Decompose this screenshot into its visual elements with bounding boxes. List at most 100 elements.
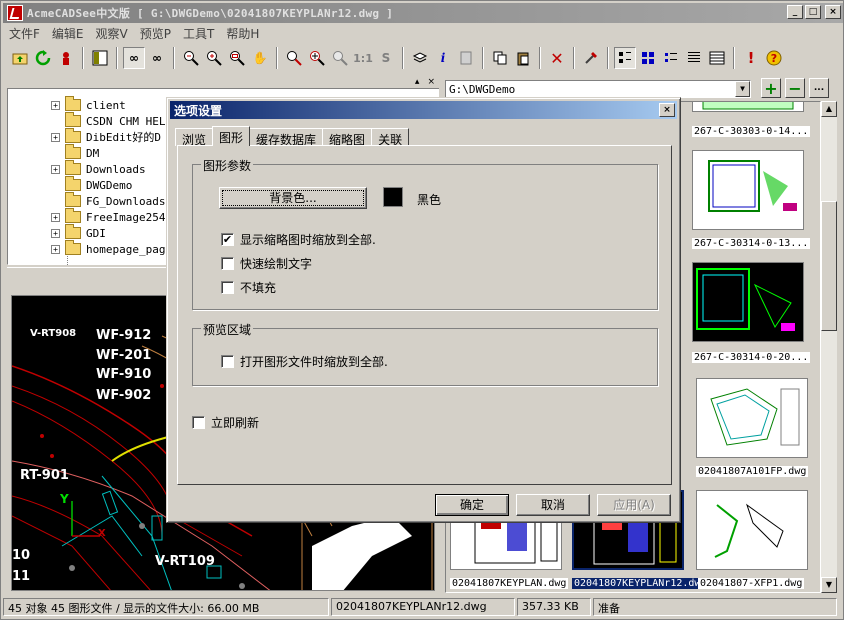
refresh-now-option[interactable]: 立即刷新 (192, 414, 259, 431)
fast-text-checkbox[interactable] (221, 257, 234, 270)
thumbnail-label-selected[interactable]: 02041807KEYPLANr12.dwg (572, 578, 709, 589)
delete-icon[interactable]: ✕ (546, 47, 568, 69)
layers-icon[interactable] (409, 47, 431, 69)
open-zoom-all-checkbox[interactable] (221, 355, 234, 368)
fast-text-option[interactable]: 快速绘制文字 (221, 255, 312, 272)
s-button[interactable]: S (375, 47, 397, 69)
toolbar-separator (402, 47, 404, 69)
thumbnail-image[interactable] (692, 102, 804, 112)
small-icons-view-icon[interactable] (660, 47, 682, 69)
expand-icon[interactable]: + (51, 228, 60, 238)
info-icon[interactable]: i (432, 47, 454, 69)
add-button[interactable]: + (761, 78, 781, 98)
thumbnail-label[interactable]: 267-C-30314-0-13... (692, 238, 811, 249)
zoom-extents-icon[interactable] (283, 47, 305, 69)
zoom-realtime-icon[interactable] (306, 47, 328, 69)
apply-button[interactable]: 应用(A) (597, 494, 671, 516)
paste-icon[interactable] (512, 47, 534, 69)
stop-icon[interactable] (55, 47, 77, 69)
tab-browse[interactable]: 浏览 (175, 128, 214, 147)
menu-edit[interactable]: 编辑E (46, 25, 90, 42)
expand-icon[interactable]: + (51, 132, 60, 142)
tab-graphics[interactable]: 图形 (212, 126, 251, 146)
large-icons-view-icon[interactable] (637, 47, 659, 69)
thumbnail-image[interactable] (696, 490, 808, 570)
tree-item[interactable]: CSDN CHM HEL (51, 112, 165, 129)
tree-item[interactable]: + FreeImage254 (51, 208, 165, 225)
thumbnail-image[interactable] (692, 150, 804, 230)
maximize-button[interactable]: □ (805, 5, 821, 19)
zoom-thumb-all-option[interactable]: ✔ 显示缩略图时缩放到全部. (221, 231, 376, 248)
binoculars-alt-icon[interactable]: ∞ (146, 47, 168, 69)
tree-item[interactable]: + DibEdit好的D (51, 128, 165, 145)
menu-help[interactable]: 帮助H (220, 25, 265, 42)
tree-item[interactable]: + homepage_pag (51, 240, 165, 257)
refresh-icon[interactable] (32, 47, 54, 69)
copy-icon[interactable] (489, 47, 511, 69)
pan-icon[interactable]: ✋ (249, 47, 271, 69)
list-view-icon[interactable] (683, 47, 705, 69)
help-icon[interactable]: ? (763, 47, 785, 69)
scroll-up-icon[interactable]: ▲ (821, 101, 837, 117)
tab-thumbnail[interactable]: 缩略图 (322, 128, 373, 147)
tree-item[interactable]: + client (51, 96, 165, 113)
expand-icon[interactable]: + (51, 164, 60, 174)
expand-icon[interactable]: + (51, 100, 60, 110)
remove-button[interactable]: − (785, 78, 805, 98)
scroll-down-icon[interactable]: ▼ (821, 577, 837, 593)
menu-preview[interactable]: 预览P (134, 25, 177, 42)
tree-item[interactable]: + GDI (51, 224, 165, 241)
app-logo-icon (7, 5, 23, 21)
thumbnail-label[interactable]: 267-C-30303-0-14... (692, 126, 811, 137)
thumbnail-label[interactable]: 02041807KEYPLAN.dwg (450, 578, 569, 589)
exclamation-icon[interactable]: ! (740, 47, 762, 69)
pin-icon[interactable]: ▴ (415, 77, 420, 87)
menu-file[interactable]: 文件F (3, 25, 46, 42)
path-combobox[interactable]: G:\DWGDemo ▼ (445, 80, 751, 98)
close-button[interactable]: × (825, 5, 841, 19)
tab-association[interactable]: 关联 (371, 128, 410, 147)
background-color-button[interactable]: 背景色... (219, 187, 367, 209)
expand-icon[interactable]: + (51, 244, 60, 254)
tools-icon[interactable] (580, 47, 602, 69)
thumbnail-label[interactable]: 02041807-XFP1.dwg (698, 578, 805, 589)
scroll-thumb[interactable] (821, 201, 837, 331)
binoculars-icon[interactable]: ∞ (123, 47, 145, 69)
menu-view[interactable]: 观察V (90, 25, 134, 42)
thumbnail-image[interactable] (692, 262, 804, 342)
zoom-out-icon[interactable] (180, 47, 202, 69)
thumbnails-view-icon[interactable] (614, 47, 636, 69)
details-view-icon[interactable] (706, 47, 728, 69)
thumbnail-scrollbar[interactable]: ▲ ▼ (821, 101, 837, 593)
panel-close-icon[interactable]: × (427, 77, 435, 87)
zoom-1-1-button[interactable]: 1:1 (352, 47, 374, 69)
no-fill-checkbox[interactable] (221, 281, 234, 294)
folder-up-icon[interactable] (9, 47, 31, 69)
no-fill-option[interactable]: 不填充 (221, 279, 276, 296)
menu-tools[interactable]: 工具T (177, 25, 220, 42)
zoom-in-icon[interactable] (203, 47, 225, 69)
folder-icon (65, 208, 81, 223)
tab-cache-db[interactable]: 缓存数据库 (249, 128, 324, 147)
tree-item[interactable]: FG_Downloads (51, 192, 165, 209)
thumbnail-label[interactable]: 267-C-30314-0-20... (692, 352, 811, 363)
chevron-down-icon[interactable]: ▼ (735, 81, 750, 97)
ok-button[interactable]: 确定 (435, 494, 509, 516)
more-button[interactable]: ... (809, 78, 829, 98)
thumbnail-label[interactable]: 02041807A101FP.dwg (696, 466, 809, 477)
tree-item[interactable]: DWGDemo (51, 176, 165, 193)
zoom-previous-icon[interactable] (329, 47, 351, 69)
properties-icon[interactable] (455, 47, 477, 69)
layout-icon[interactable] (89, 47, 111, 69)
refresh-now-checkbox[interactable] (192, 416, 205, 429)
thumbnail-image[interactable] (696, 378, 808, 458)
zoom-thumb-all-checkbox[interactable]: ✔ (221, 233, 234, 246)
dialog-close-button[interactable]: × (659, 103, 675, 117)
minimize-button[interactable]: _ (787, 5, 803, 19)
zoom-window-icon[interactable] (226, 47, 248, 69)
tree-item[interactable]: + Downloads (51, 160, 165, 177)
open-zoom-all-option[interactable]: 打开图形文件时缩放到全部. (221, 353, 388, 370)
tree-item[interactable]: DM (51, 144, 165, 161)
expand-icon[interactable]: + (51, 212, 60, 222)
cancel-button[interactable]: 取消 (516, 494, 590, 516)
